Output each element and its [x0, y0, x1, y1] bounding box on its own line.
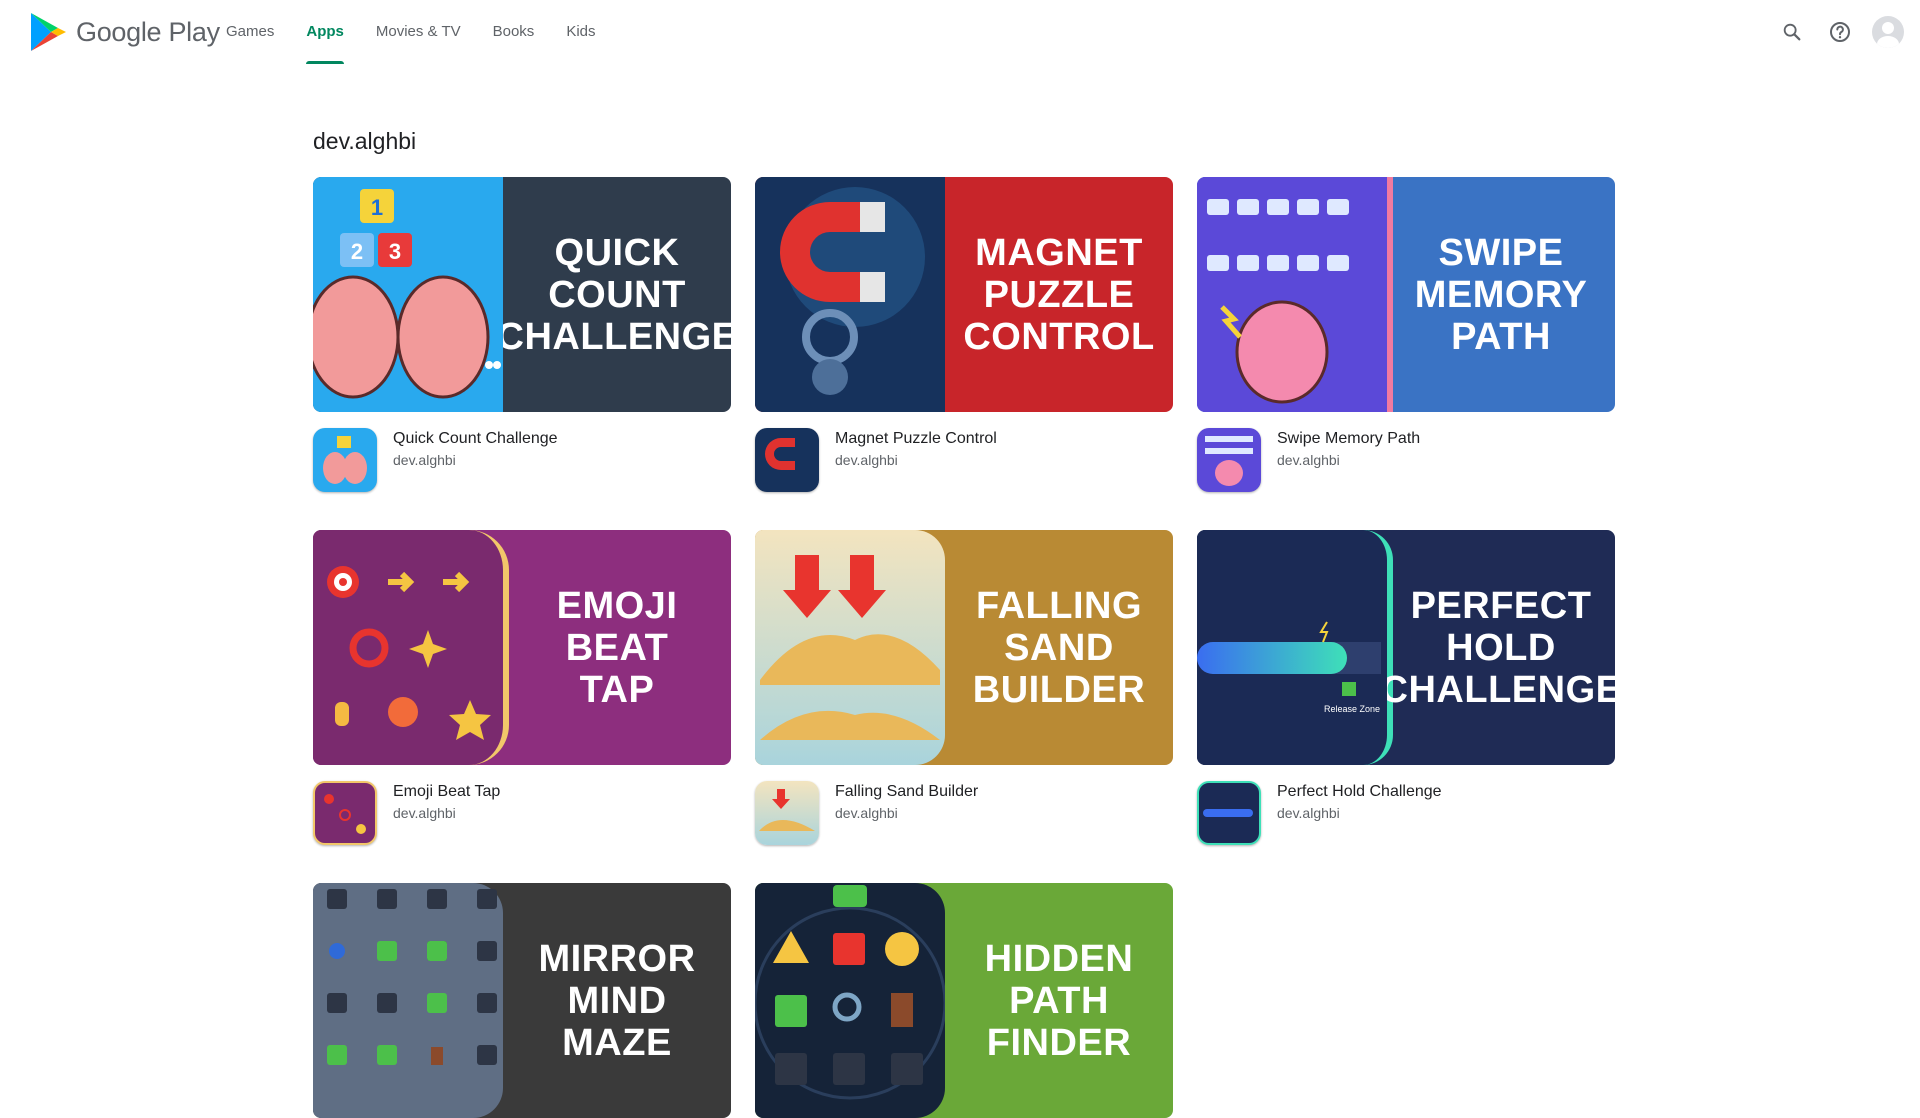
- hold-bar-icon: Release Zone: [1197, 621, 1397, 714]
- app-name[interactable]: Falling Sand Builder: [835, 783, 978, 801]
- app-info: Quick Count Challenge dev.alghbi: [313, 428, 731, 492]
- banner-artwork: Release Zone: [1197, 530, 1397, 765]
- hidden-path-icon: [755, 885, 947, 1100]
- account-button[interactable]: [1868, 12, 1908, 52]
- nav-movies-tv[interactable]: Movies & TV: [360, 0, 477, 64]
- app-name[interactable]: Quick Count Challenge: [393, 430, 558, 448]
- banner-artwork: [755, 883, 947, 1118]
- app-info: Swipe Memory Path dev.alghbi: [1197, 428, 1615, 492]
- main-nav: Games Apps Movies & TV Books Kids: [210, 0, 612, 64]
- app-banner: MIRROR MIND MAZE: [313, 883, 731, 1118]
- nav-games[interactable]: Games: [210, 0, 290, 64]
- banner-title: MAGNET PUZZLE CONTROL: [963, 231, 1155, 358]
- banner-title: PERFECT HOLD CHALLENGE: [1387, 584, 1615, 711]
- developer-name[interactable]: dev.alghbi: [1277, 452, 1420, 468]
- app-info: Falling Sand Builder dev.alghbi: [755, 781, 1173, 845]
- banner-artwork: [755, 177, 945, 412]
- app-grid: 1 2 3 QUICK COUNT CHALLENGE Quick Count …: [313, 177, 1633, 1118]
- banner-artwork: 1 2 3: [313, 177, 503, 412]
- app-card[interactable]: 1 2 3 QUICK COUNT CHALLENGE Quick Count …: [313, 177, 731, 492]
- google-play-logo[interactable]: Google Play: [30, 12, 220, 52]
- search-button[interactable]: [1772, 12, 1812, 52]
- arrows-brain-icon: [1207, 199, 1349, 404]
- magnet-icon: [780, 187, 925, 395]
- app-card[interactable]: EMOJI BEAT TAP Emoji Beat Tap dev.alghbi: [313, 530, 731, 845]
- app-card[interactable]: MIRROR MIND MAZE: [313, 883, 731, 1118]
- brand-name: Google Play: [76, 16, 220, 47]
- app-name[interactable]: Perfect Hold Challenge: [1277, 783, 1442, 801]
- nav-apps[interactable]: Apps: [290, 0, 360, 64]
- banner-artwork: [755, 530, 945, 765]
- app-banner: EMOJI BEAT TAP: [313, 530, 731, 765]
- app-banner: 1 2 3 QUICK COUNT CHALLENGE: [313, 177, 731, 412]
- developer-name[interactable]: dev.alghbi: [393, 452, 558, 468]
- play-logo-icon: [31, 13, 66, 51]
- account-avatar: [1872, 16, 1904, 48]
- app-name[interactable]: Emoji Beat Tap: [393, 783, 500, 801]
- banner-title: EMOJI BEAT TAP: [556, 584, 678, 711]
- banner-artwork: [313, 530, 509, 765]
- svg-text:Release Zone: Release Zone: [1324, 704, 1380, 714]
- svg-text:3: 3: [389, 239, 401, 264]
- nav-books[interactable]: Books: [477, 0, 551, 64]
- developer-name[interactable]: dev.alghbi: [835, 805, 978, 821]
- app-info: Emoji Beat Tap dev.alghbi: [313, 781, 731, 845]
- developer-name[interactable]: dev.alghbi: [393, 805, 500, 821]
- svg-text:2: 2: [351, 239, 363, 264]
- banner-title: FALLING SAND BUILDER: [972, 584, 1146, 711]
- emoji-icons: [327, 566, 491, 740]
- help-button[interactable]: [1820, 12, 1860, 52]
- nav-kids[interactable]: Kids: [550, 0, 611, 64]
- header-actions: [1764, 12, 1908, 52]
- app-banner: HIDDEN PATH FINDER: [755, 883, 1173, 1118]
- app-banner: SWIPE MEMORY PATH: [1197, 177, 1615, 412]
- developer-name[interactable]: dev.alghbi: [1277, 805, 1442, 821]
- search-icon: [1783, 23, 1801, 41]
- sand-arrows-icon: [760, 555, 940, 740]
- app-banner: FALLING SAND BUILDER: [755, 530, 1173, 765]
- app-info: Perfect Hold Challenge dev.alghbi: [1197, 781, 1615, 845]
- banner-title: HIDDEN PATH FINDER: [984, 937, 1134, 1064]
- page-title: dev.alghbi: [313, 128, 417, 154]
- app-card[interactable]: FALLING SAND BUILDER Falling Sand Builde…: [755, 530, 1173, 845]
- app-icon: [755, 781, 819, 845]
- app-icon: [313, 428, 377, 492]
- app-banner: Release Zone PERFECT HOLD CHALLENGE: [1197, 530, 1615, 765]
- app-card[interactable]: HIDDEN PATH FINDER: [755, 883, 1173, 1118]
- app-icon: [1197, 428, 1261, 492]
- app-icon: [313, 781, 377, 845]
- banner-title: MIRROR MIND MAZE: [538, 937, 696, 1064]
- top-app-bar: Google Play Games Apps Movies & TV Books…: [0, 0, 1920, 64]
- svg-text:1: 1: [371, 195, 383, 220]
- app-info: Magnet Puzzle Control dev.alghbi: [755, 428, 1173, 492]
- app-banner: MAGNET PUZZLE CONTROL: [755, 177, 1173, 412]
- app-icon: [1197, 781, 1261, 845]
- banner-title: QUICK COUNT CHALLENGE: [503, 231, 731, 358]
- app-card[interactable]: Release Zone PERFECT HOLD CHALLENGE Perf…: [1197, 530, 1615, 845]
- app-name[interactable]: Magnet Puzzle Control: [835, 430, 997, 448]
- app-name[interactable]: Swipe Memory Path: [1277, 430, 1420, 448]
- developer-name[interactable]: dev.alghbi: [835, 452, 997, 468]
- app-card[interactable]: MAGNET PUZZLE CONTROL Magnet Puzzle Cont…: [755, 177, 1173, 492]
- banner-artwork: [313, 883, 503, 1118]
- banner-title: SWIPE MEMORY PATH: [1414, 231, 1588, 358]
- app-card[interactable]: SWIPE MEMORY PATH Swipe Memory Path dev.…: [1197, 177, 1615, 492]
- app-icon: [755, 428, 819, 492]
- maze-grid-icon: [327, 889, 497, 1065]
- brain-numbers-icon: 1 2 3: [313, 189, 501, 399]
- banner-artwork: [1197, 177, 1393, 412]
- help-icon: [1830, 22, 1850, 42]
